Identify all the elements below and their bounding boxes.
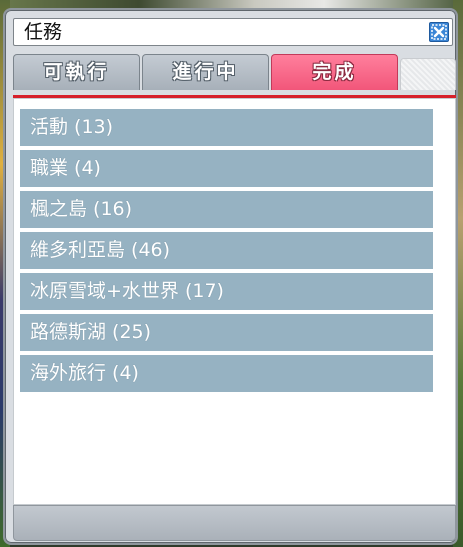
tab-bar: 可執行 進行中 完成 xyxy=(13,54,456,94)
tab-in-progress[interactable]: 進行中 xyxy=(142,54,269,90)
title-bar[interactable]: 任務 xyxy=(13,18,453,46)
list-item-elnath-aquarium[interactable]: 冰原雪域+水世界 (17) xyxy=(20,273,433,310)
list-item-jobs[interactable]: 職業 (4) xyxy=(20,150,433,187)
category-list: 活動 (13) 職業 (4) 楓之島 (16) 維多利亞島 (46) 冰原雪域+… xyxy=(13,98,456,505)
tab-filler xyxy=(400,58,456,90)
list-item-world-tour[interactable]: 海外旅行 (4) xyxy=(20,355,433,392)
list-item-ludus-lake[interactable]: 路德斯湖 (25) xyxy=(20,314,433,351)
quest-window: 任務 可執行 進行中 完成 活動 (13) 職業 (4) 楓之島 (16) 維多… xyxy=(3,8,458,545)
tab-completed[interactable]: 完成 xyxy=(271,54,398,90)
close-icon xyxy=(431,24,447,40)
list-item-maple-island[interactable]: 楓之島 (16) xyxy=(20,191,433,228)
tab-available[interactable]: 可執行 xyxy=(13,54,140,90)
bottom-bar xyxy=(13,505,456,541)
window-title: 任務 xyxy=(24,21,63,43)
close-button[interactable] xyxy=(429,22,449,42)
list-item-events[interactable]: 活動 (13) xyxy=(20,109,433,146)
list-item-victoria-island[interactable]: 維多利亞島 (46) xyxy=(20,232,433,269)
